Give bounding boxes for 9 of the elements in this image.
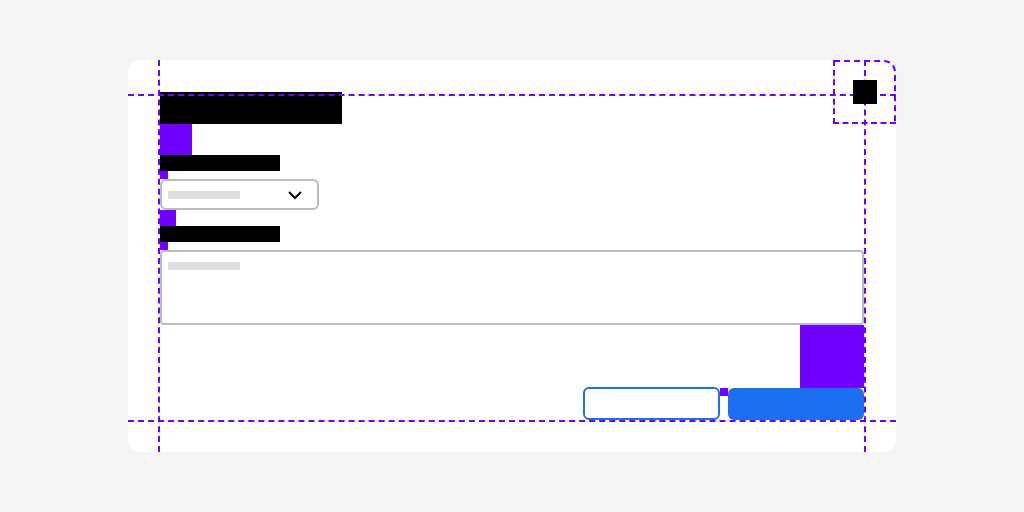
chevron-down-icon — [287, 189, 303, 200]
secondary-button[interactable] — [583, 387, 720, 420]
placeholder-block — [168, 261, 240, 270]
dropdown-field[interactable] — [160, 178, 319, 211]
placeholder-block — [168, 190, 240, 199]
text-area-field[interactable] — [160, 249, 864, 325]
primary-button[interactable] — [728, 388, 864, 420]
spacing-marker — [720, 388, 728, 396]
close-button[interactable] — [833, 60, 896, 124]
